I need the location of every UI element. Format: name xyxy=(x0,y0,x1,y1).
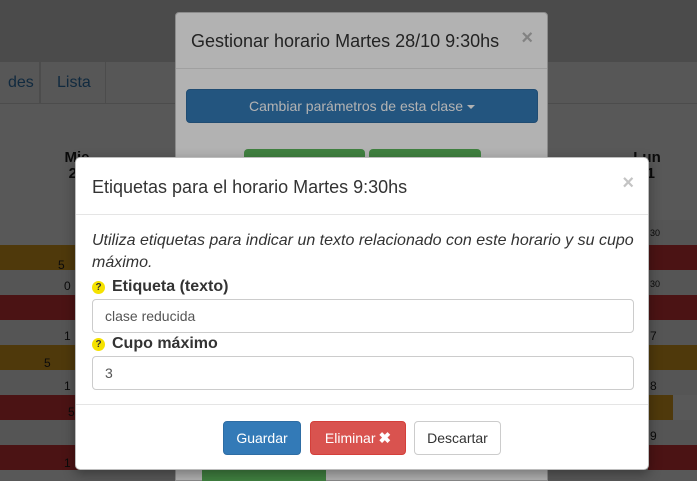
capacity-field-label: ? Cupo máximo xyxy=(92,334,218,354)
save-button[interactable]: Guardar xyxy=(223,421,301,455)
delete-label: Eliminar xyxy=(324,430,376,446)
modal-header: Etiquetas para el horario Martes 9:30hs … xyxy=(76,158,648,215)
close-x-icon: ✖ xyxy=(378,430,392,447)
discard-button[interactable]: Descartar xyxy=(414,421,501,455)
tag-label-text: Etiqueta (texto) xyxy=(112,278,229,295)
capacity-label-text: Cupo máximo xyxy=(112,335,218,352)
tag-text-input[interactable] xyxy=(92,299,634,333)
close-icon[interactable]: × xyxy=(622,172,634,195)
modal-footer: Guardar Eliminar ✖ Descartar xyxy=(76,404,648,471)
tag-field-label: ? Etiqueta (texto) xyxy=(92,277,228,297)
modal-title: Etiquetas para el horario Martes 9:30hs xyxy=(92,177,408,197)
capacity-input[interactable] xyxy=(92,356,634,390)
modal-description: Utiliza etiquetas para indicar un texto … xyxy=(92,232,634,271)
delete-button[interactable]: Eliminar ✖ xyxy=(310,421,406,455)
help-icon[interactable]: ? xyxy=(92,281,105,294)
tags-modal: Etiquetas para el horario Martes 9:30hs … xyxy=(75,157,649,470)
help-icon[interactable]: ? xyxy=(92,338,105,351)
